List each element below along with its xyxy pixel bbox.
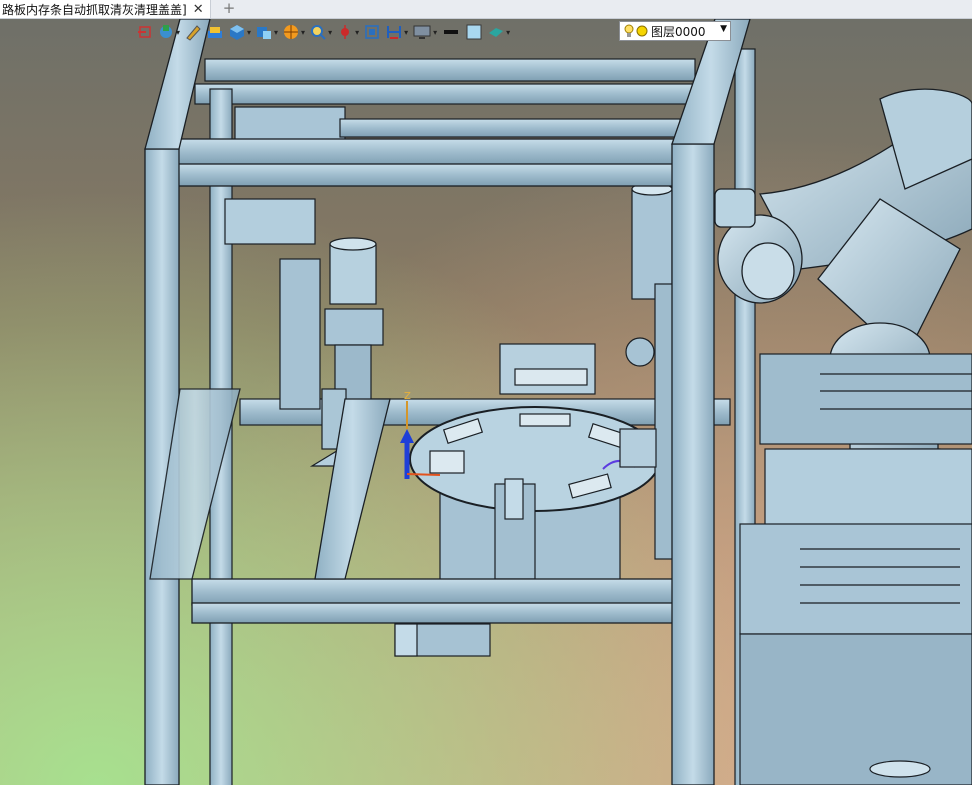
render-button[interactable]: ▾ (282, 20, 305, 44)
material-button[interactable] (206, 20, 224, 44)
chevron-down-icon: ▾ (328, 27, 333, 37)
exit-button[interactable] (137, 20, 153, 44)
chevron-down-icon[interactable]: ▼ (720, 24, 727, 34)
chevron-down-icon: ▾ (355, 27, 360, 37)
pointer-icon (341, 25, 350, 39)
render-icon (284, 25, 299, 39)
document-tab[interactable]: 路板内存条自动抓取清灰清理盖盖] ✕ (0, 0, 211, 18)
fit-view-icon (365, 25, 379, 39)
dimension-icon (387, 26, 402, 39)
chevron-down-icon: ▾ (404, 27, 409, 37)
document-tabbar: 路板内存条自动抓取清灰清理盖盖] ✕ + (0, 0, 972, 19)
layer-name: 图层0000 (651, 24, 706, 39)
lightbulb-icon (624, 24, 634, 37)
right-cabinet (739, 353, 972, 785)
assembly-icon (160, 25, 172, 38)
new-tab-button[interactable]: + (220, 0, 238, 18)
exit-icon (138, 26, 151, 38)
surface-color-icon (489, 28, 504, 37)
document-tab-title: 路板内存条自动抓取清灰清理盖盖] (2, 2, 187, 17)
sensor-column (619, 182, 678, 560)
zoom-button[interactable]: ▾ (309, 20, 332, 44)
cad-model-scene[interactable]: Z (0, 19, 972, 785)
box-icon (230, 25, 245, 40)
chevron-down-icon: ▾ (506, 27, 511, 37)
assembly-button[interactable]: ▾ (157, 20, 180, 44)
display-button[interactable]: ▾ (412, 20, 437, 44)
view-toolbar: ▾ ▾ ▾ ▾ ▾ ▾ ▾ ▾ ▾ (137, 19, 514, 45)
close-tab-icon[interactable]: ✕ (193, 2, 204, 17)
chevron-down-icon: ▾ (433, 27, 438, 37)
component-button[interactable]: ▾ (255, 20, 278, 44)
pointer-button[interactable]: ▾ (336, 20, 359, 44)
axis-z-label: Z (404, 391, 411, 402)
3d-viewport[interactable]: Z ▾ ▾ ▾ ▾ ▾ ▾ ▾ ▾ ▾ 图层0000 ▼ (0, 19, 972, 785)
layer-select[interactable]: 图层0000 ▼ (619, 21, 731, 41)
fill-color-button[interactable] (465, 20, 483, 44)
pencil-button[interactable] (184, 20, 202, 44)
dimension-button[interactable]: ▾ (385, 20, 408, 44)
chevron-down-icon: ▾ (247, 27, 252, 37)
layer-visibility-icon (636, 25, 648, 37)
pencil-icon (186, 25, 201, 41)
component-icon (257, 27, 272, 39)
chevron-down-icon: ▾ (176, 27, 181, 37)
surface-color-button[interactable]: ▾ (487, 20, 510, 44)
box-button[interactable]: ▾ (228, 20, 251, 44)
rotary-table (409, 343, 661, 610)
display-icon (413, 25, 431, 39)
zoom-icon (311, 25, 326, 40)
material-icon (208, 27, 223, 38)
line-color-button[interactable] (441, 20, 461, 44)
chevron-down-icon: ▾ (301, 27, 306, 37)
chevron-down-icon: ▾ (274, 27, 279, 37)
bottom-motor (394, 623, 491, 657)
fill-color-icon (466, 24, 482, 40)
fit-view-button[interactable] (363, 20, 381, 44)
line-color-icon (444, 30, 459, 34)
